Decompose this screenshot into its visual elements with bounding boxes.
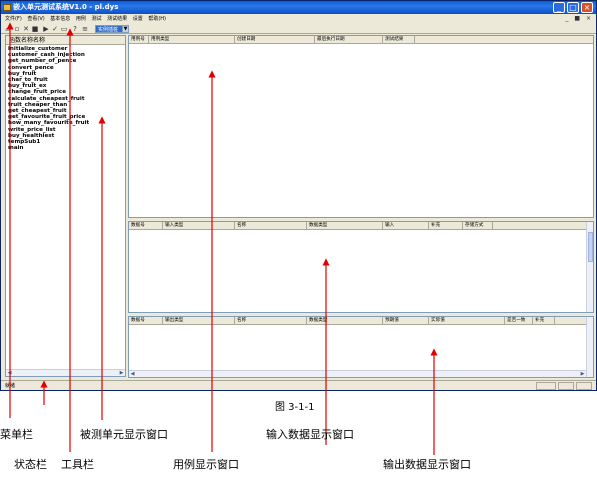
label-toolbar: 工具栏 [61, 458, 94, 471]
label-menu-bar: 菜单栏 [0, 428, 33, 441]
label-unit-window: 被测单元显示窗口 [80, 428, 168, 441]
label-case-window: 用例显示窗口 [173, 458, 239, 471]
figure-caption: 图 3-1-1 [275, 402, 315, 413]
label-status-bar: 状态栏 [14, 458, 47, 471]
annotation-arrows [6, 22, 438, 455]
label-output-window: 输出数据显示窗口 [383, 458, 471, 471]
figure: { "window": { "title": "嵌入单元测试系统V1.0 - p… [0, 0, 597, 497]
label-input-window: 输入数据显示窗口 [266, 428, 354, 441]
